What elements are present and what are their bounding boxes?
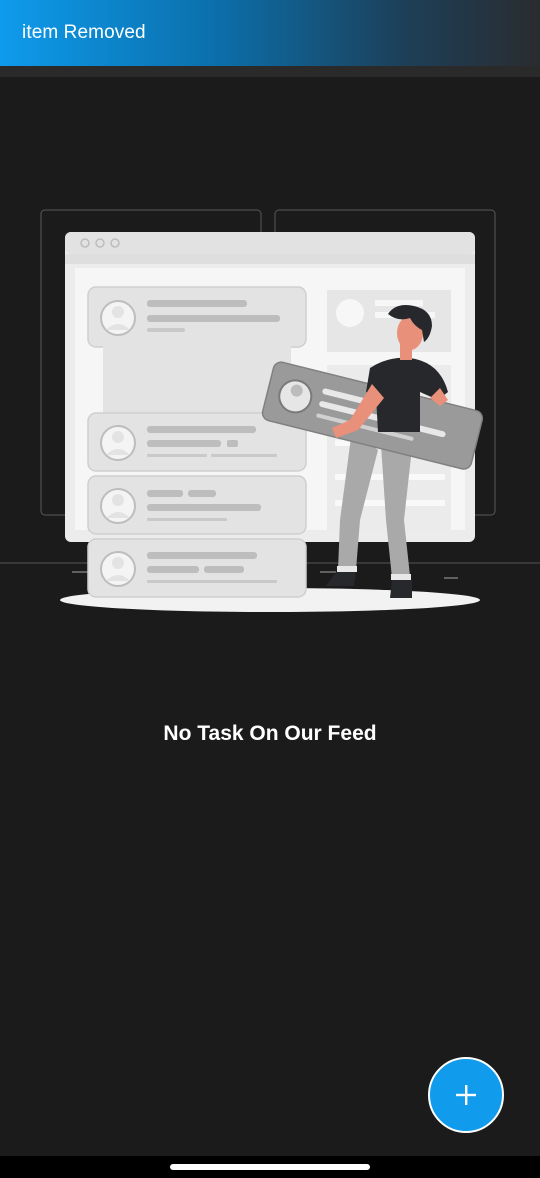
snackbar: item Removed (0, 0, 540, 66)
app-bar-strip (0, 66, 540, 77)
snackbar-message: item Removed (22, 22, 146, 43)
empty-feed-illustration (0, 209, 540, 612)
plus-icon (456, 1085, 476, 1105)
app-screen: item Removed No Task On Our Feed (0, 0, 540, 1178)
empty-state-message: No Task On Our Feed (163, 722, 377, 745)
home-indicator[interactable] (170, 1164, 370, 1170)
add-task-button[interactable] (428, 1057, 504, 1133)
